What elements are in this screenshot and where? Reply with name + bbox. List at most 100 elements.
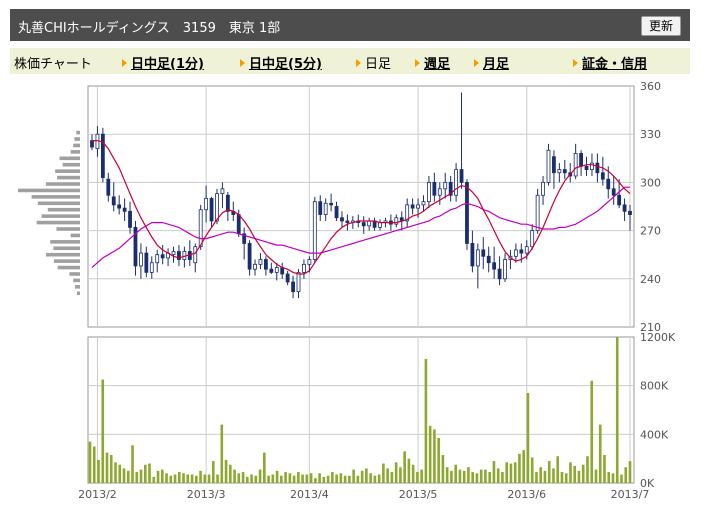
volume-bar	[182, 473, 185, 483]
candle-body	[307, 259, 312, 265]
volume-bar	[152, 476, 156, 483]
volume-profile-bar	[31, 195, 80, 199]
candle-body	[334, 206, 339, 219]
volume-bar	[526, 392, 530, 483]
volume-bar	[267, 475, 270, 483]
volume-bar	[352, 469, 355, 483]
volume-bar	[216, 474, 219, 483]
volume-bar	[199, 470, 202, 483]
volume-bar	[607, 472, 611, 483]
volume-bar	[156, 470, 160, 483]
volume-bar	[462, 470, 466, 483]
volume-bar	[373, 475, 377, 483]
candle-body	[258, 259, 263, 265]
candle-body	[584, 165, 589, 170]
candle-body	[622, 204, 627, 212]
candle-body	[361, 222, 366, 227]
volume-bar	[458, 469, 462, 483]
candle-body	[579, 153, 583, 167]
candle-body	[90, 140, 94, 148]
candle-body	[312, 201, 317, 260]
volume-bar	[109, 455, 113, 483]
volume-bar	[169, 475, 173, 483]
volume-bar	[513, 462, 517, 483]
price-tick-label: 240	[640, 273, 661, 286]
volume-bar	[407, 458, 411, 483]
candle-body	[519, 249, 524, 254]
volume-bar	[547, 461, 551, 483]
volume-profile-bar	[70, 150, 80, 154]
volume-bar	[160, 469, 164, 483]
volume-bar	[394, 462, 398, 483]
volume-bar	[518, 453, 521, 483]
candle-body	[595, 162, 600, 174]
volume-bar	[207, 474, 211, 483]
volume-profile-bar	[76, 130, 80, 135]
volume-bar	[212, 461, 215, 483]
candle-body	[100, 133, 105, 178]
volume-bar	[479, 469, 483, 483]
candle-body	[329, 202, 334, 206]
volume-bar	[399, 467, 402, 483]
candle-body	[318, 201, 323, 215]
volume-tick-label: 800K	[640, 380, 669, 393]
volume-bar	[271, 474, 275, 483]
volume-profile-bar	[59, 156, 80, 161]
volume-profile-bar	[73, 143, 80, 148]
candle-body	[253, 263, 257, 270]
volume-bar	[377, 474, 381, 483]
candle-body	[367, 220, 372, 227]
volume-bar	[173, 474, 177, 483]
candle-body	[535, 194, 540, 231]
volume-profile-bar	[37, 201, 80, 206]
volume-bar	[471, 472, 474, 483]
volume-profile-bar	[53, 246, 80, 251]
volume-profile-bar	[74, 137, 80, 141]
volume-bar	[241, 472, 245, 483]
volume-bar	[416, 472, 419, 483]
volume-bar	[203, 474, 207, 483]
candle-body	[486, 255, 491, 264]
candle-body	[497, 268, 502, 280]
candle-body	[492, 262, 497, 270]
candle-body	[459, 169, 464, 183]
volume-profile-bar	[45, 252, 80, 257]
volume-bar	[535, 472, 538, 483]
candle-body	[606, 178, 611, 190]
volume-tick-label: 400K	[640, 428, 669, 441]
volume-bar	[624, 467, 628, 483]
volume-bar	[233, 469, 236, 483]
volume-profile-bar	[75, 285, 80, 289]
candle-body	[263, 259, 268, 270]
volume-bar	[573, 465, 577, 483]
volume-bar	[598, 424, 602, 483]
volume-bar	[101, 379, 105, 483]
volume-bar	[564, 473, 568, 483]
volume-profile-bar	[50, 240, 80, 244]
volume-bar	[343, 475, 347, 483]
volume-bar	[488, 472, 491, 483]
volume-profile-bar	[36, 220, 80, 225]
x-tick-label: 2013/7	[611, 488, 650, 501]
volume-bar	[97, 459, 100, 483]
volume-bar	[386, 468, 389, 483]
volume-bar	[450, 470, 453, 483]
candle-body	[590, 162, 594, 170]
volume-bar	[522, 450, 526, 483]
volume-bar	[590, 380, 594, 483]
volume-bar	[441, 455, 445, 483]
candle-body	[149, 262, 154, 273]
volume-bar	[403, 451, 406, 483]
volume-profile-bar	[73, 278, 80, 283]
volume-bar	[318, 473, 321, 483]
volume-bar	[603, 455, 606, 483]
volume-bar	[297, 472, 300, 483]
candle-body	[209, 198, 214, 222]
volume-bar	[467, 467, 470, 483]
volume-profile-bar	[57, 265, 80, 270]
volume-bar	[390, 472, 394, 483]
candle-body	[247, 243, 252, 270]
volume-bar	[305, 474, 309, 483]
candle-body	[394, 217, 399, 225]
volume-bar	[292, 475, 296, 483]
